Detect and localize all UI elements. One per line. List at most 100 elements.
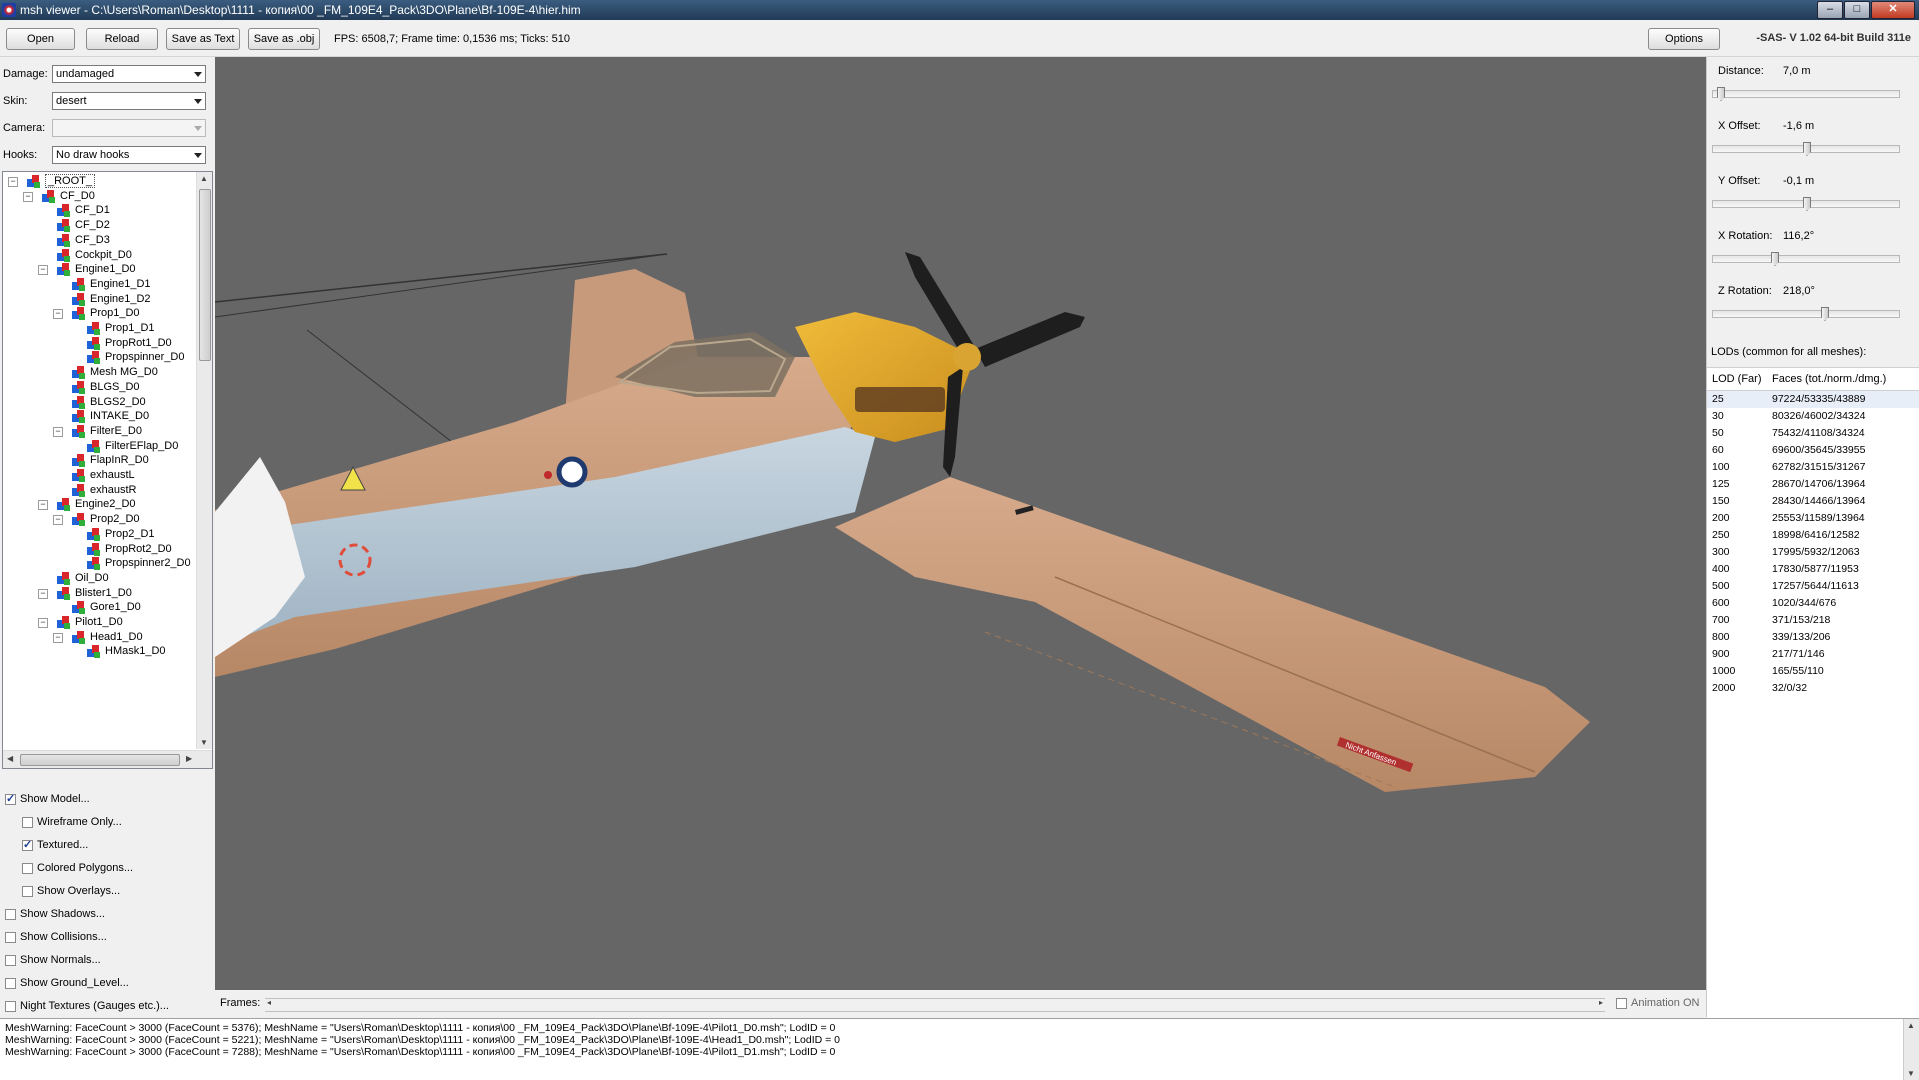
exhaust-stacks xyxy=(855,387,945,412)
slider-track[interactable] xyxy=(1712,307,1900,321)
tree-collapse-icon[interactable]: − xyxy=(38,588,48,599)
tree-collapse-icon[interactable]: − xyxy=(53,309,63,320)
scroll-down-icon[interactable]: ▼ xyxy=(1907,1069,1915,1078)
tree-collapse-icon[interactable]: − xyxy=(23,191,33,202)
reload-button[interactable]: Reload xyxy=(86,28,158,50)
tree-collapse-icon[interactable]: − xyxy=(53,632,63,643)
lod-row[interactable]: 400 17830/5877/11953 xyxy=(1707,561,1919,578)
slider-thumb[interactable] xyxy=(1771,252,1779,266)
minimize-button[interactable]: – xyxy=(1817,1,1843,19)
propeller-spinner xyxy=(953,343,981,371)
checkbox-unchecked[interactable] xyxy=(22,817,33,828)
checkbox-checked[interactable] xyxy=(22,838,33,851)
checkbox-unchecked[interactable] xyxy=(5,909,16,920)
tree-collapse-icon[interactable]: − xyxy=(8,177,18,187)
checkbox-unchecked[interactable] xyxy=(5,1001,16,1012)
open-button[interactable]: Open xyxy=(6,28,75,50)
slider-track[interactable] xyxy=(1712,87,1900,101)
frames-slider[interactable]: ◂ ▸ xyxy=(265,998,1605,1012)
lod-row[interactable]: 300 17995/5932/12063 xyxy=(1707,544,1919,561)
lod-row[interactable]: 150 28430/14466/13964 xyxy=(1707,493,1919,510)
slider-value: 218,0° xyxy=(1783,285,1815,297)
lod-row[interactable]: 700 371/153/218 xyxy=(1707,612,1919,629)
slider-track[interactable] xyxy=(1712,197,1900,211)
tree-collapse-icon[interactable]: − xyxy=(38,265,48,276)
options-button[interactable]: Options xyxy=(1648,28,1720,50)
lod-row[interactable]: 250 18998/6416/12582 xyxy=(1707,527,1919,544)
scroll-up-icon[interactable]: ▲ xyxy=(1907,1021,1915,1030)
save-as-text-button[interactable]: Save as Text xyxy=(166,28,240,50)
lod-column-header[interactable]: LOD (Far) xyxy=(1712,373,1762,385)
animation-label: Animation ON xyxy=(1631,997,1700,1009)
lod-distance: 125 xyxy=(1712,478,1730,490)
slider-thumb[interactable] xyxy=(1803,142,1811,156)
skin-select[interactable]: desert xyxy=(52,92,206,110)
frames-label: Frames: xyxy=(220,997,261,1009)
hooks-select[interactable]: No draw hooks xyxy=(52,146,206,164)
lod-row[interactable]: 1000 165/55/110 xyxy=(1707,663,1919,680)
log-output[interactable]: MeshWarning: FaceCount > 3000 (FaceCount… xyxy=(0,1018,1919,1080)
scroll-up-icon[interactable]: ▲ xyxy=(200,174,208,183)
slider-thumb[interactable] xyxy=(1821,307,1829,321)
slider-thumb[interactable] xyxy=(1717,87,1725,101)
checkbox-unchecked[interactable] xyxy=(22,863,33,874)
slider-track[interactable] xyxy=(1712,252,1900,266)
checkbox-unchecked[interactable] xyxy=(5,955,16,966)
tree-node-label: FlapInR_D0 xyxy=(90,454,149,467)
lod-row[interactable]: 900 217/71/146 xyxy=(1707,646,1919,663)
mesh-node-icon xyxy=(72,365,86,380)
frames-next-icon[interactable]: ▸ xyxy=(1599,998,1603,1007)
lod-row[interactable]: 125 28670/14706/13964 xyxy=(1707,476,1919,493)
scroll-thumb[interactable] xyxy=(199,189,211,361)
lod-row[interactable]: 600 1020/344/676 xyxy=(1707,595,1919,612)
checkbox-unchecked[interactable] xyxy=(22,886,33,897)
tree-horizontal-scrollbar[interactable]: ◀ ▶ xyxy=(3,750,212,768)
slider-track[interactable] xyxy=(1712,142,1900,156)
3d-viewport[interactable]: Nicht Anfassen xyxy=(215,57,1706,990)
slider-thumb[interactable] xyxy=(1803,197,1811,211)
faces-column-header[interactable]: Faces (tot./norm./dmg.) xyxy=(1772,373,1886,385)
checkbox-unchecked[interactable] xyxy=(5,978,16,989)
checkbox-label: Colored Polygons... xyxy=(37,862,133,874)
scroll-down-icon[interactable]: ▼ xyxy=(200,738,208,747)
lod-row[interactable]: 60 69600/35645/33955 xyxy=(1707,442,1919,459)
lod-distance: 250 xyxy=(1712,529,1730,541)
lod-row[interactable]: 30 80326/46002/34324 xyxy=(1707,408,1919,425)
lod-row[interactable]: 200 25553/11589/13964 xyxy=(1707,510,1919,527)
frames-prev-icon[interactable]: ◂ xyxy=(267,998,271,1007)
lod-row[interactable]: 100 62782/31515/31267 xyxy=(1707,459,1919,476)
scroll-thumb[interactable] xyxy=(20,754,180,766)
lod-row[interactable]: 2000 32/0/32 xyxy=(1707,680,1919,697)
checkbox-unchecked[interactable] xyxy=(5,932,16,943)
tree-node-label: Prop1_D1 xyxy=(105,322,155,334)
save-as-obj-button[interactable]: Save as .obj xyxy=(248,28,320,50)
lod-row[interactable]: 25 97224/53335/43889 xyxy=(1707,391,1919,408)
checkbox-checked[interactable] xyxy=(5,792,16,805)
mesh-hierarchy-tree[interactable]: − _ROOT_ − CF_D0 CF_D1 CF_D2 CF_D3 Cockpit_D0 − E… xyxy=(2,171,213,769)
lod-row[interactable]: 50 75432/41108/34324 xyxy=(1707,425,1919,442)
lod-faces: 371/153/218 xyxy=(1772,614,1831,626)
lod-row[interactable]: 500 17257/5644/11613 xyxy=(1707,578,1919,595)
tree-collapse-icon[interactable]: − xyxy=(38,618,48,628)
tree-node-label: CF_D1 xyxy=(75,204,110,217)
damage-select[interactable]: undamaged xyxy=(52,65,206,83)
log-scrollbar[interactable]: ▲ ▼ xyxy=(1903,1019,1919,1080)
tree-vertical-scrollbar[interactable]: ▲ ▼ xyxy=(196,172,212,749)
tree-collapse-icon[interactable]: − xyxy=(53,515,63,526)
scroll-right-icon[interactable]: ▶ xyxy=(186,754,192,763)
lod-table[interactable]: LOD (Far) Faces (tot./norm./dmg.) 25 9722… xyxy=(1707,367,1919,1018)
chevron-down-icon xyxy=(194,72,202,77)
close-button[interactable]: ✕ xyxy=(1871,1,1915,19)
tree-collapse-icon[interactable]: − xyxy=(53,426,63,437)
lod-faces: 75432/41108/34324 xyxy=(1772,427,1865,439)
maximize-button[interactable]: □ xyxy=(1844,1,1870,19)
root-node-icon xyxy=(27,174,41,188)
checkbox-box[interactable] xyxy=(1616,998,1627,1009)
camera-select[interactable] xyxy=(52,119,206,137)
scroll-left-icon[interactable]: ◀ xyxy=(7,754,13,763)
tree-collapse-icon[interactable]: − xyxy=(38,500,48,511)
lod-row[interactable]: 800 339/133/206 xyxy=(1707,629,1919,646)
slider-label: Distance: xyxy=(1718,65,1764,77)
lod-faces: 28670/14706/13964 xyxy=(1772,478,1866,490)
lod-distance: 800 xyxy=(1712,631,1730,643)
